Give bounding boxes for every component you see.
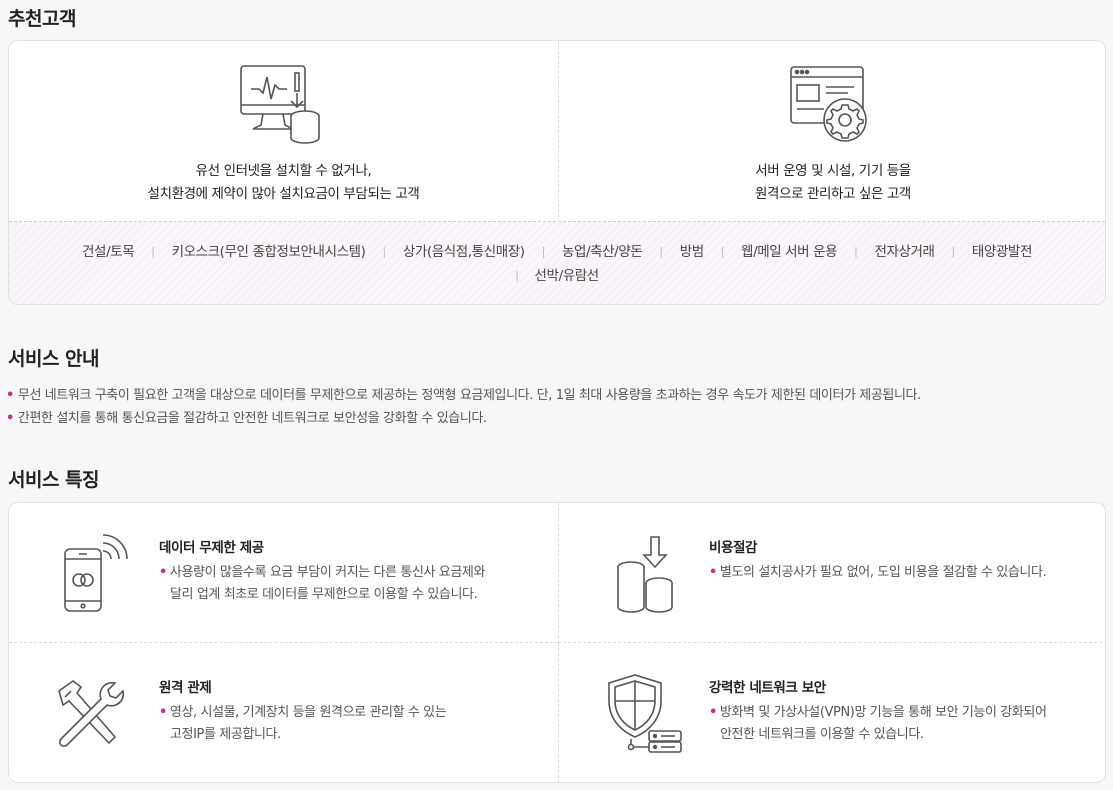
recommend-target-left: 유선 인터넷을 설치할 수 없거나, 설치환경에 제약이 많아 설치요금이 부담… bbox=[9, 41, 558, 222]
industry-tag: 웹/메일 서버 운용 bbox=[741, 244, 838, 260]
service-guide-bullet: • 간편한 설치를 통해 통신요금을 절감하고 안전한 네트워크로 보안성을 강화… bbox=[6, 411, 487, 426]
industry-tag: 전자상거래 bbox=[874, 244, 935, 260]
feature-title: 데이터 무제한 제공 bbox=[159, 540, 264, 556]
feature-desc: • 영상, 시설물, 기계장치 등을 원격으로 관리할 수 있는 고정IP를 제공… bbox=[159, 705, 447, 742]
feature-title: 비용절감 bbox=[709, 540, 758, 556]
mobile-signal-icon bbox=[45, 529, 135, 619]
browser-gear-icon bbox=[788, 63, 878, 149]
monitor-database-icon bbox=[239, 63, 329, 149]
industry-tags: 건설/토목 | 키오스크(무인 종합정보안내시스템) | 상가(음식점,통신매장) | 농업… bbox=[9, 222, 1105, 304]
service-guide-bullet: • 무선 네트워크 구축이 필요한 고객을 대상으로 데이터를 무제한으로 제공하… bbox=[6, 388, 921, 403]
shield-server-icon bbox=[603, 669, 693, 759]
industry-tag: 선박/유람선 bbox=[534, 268, 600, 284]
recommend-right-line1: 서버 운영 및 시설, 기기 등을 bbox=[755, 163, 911, 179]
features-card: 데이터 무제한 제공 • 사용량이 많을수록 요금 부담이 커지는 다른 통신사 … bbox=[8, 502, 1106, 783]
recommend-title: 추천고객 bbox=[8, 8, 76, 30]
industry-tag: 농업/축산/양돈 bbox=[561, 244, 643, 260]
coins-download-icon bbox=[603, 529, 693, 619]
industry-tag: 건설/토목 bbox=[82, 244, 135, 260]
recommend-right-line2: 원격으로 관리하고 싶은 고객 bbox=[755, 186, 911, 202]
feature-title: 원격 관제 bbox=[159, 680, 212, 696]
tools-icon bbox=[45, 669, 135, 759]
industry-tag: 키오스크(무인 종합정보안내시스템) bbox=[171, 244, 366, 260]
features-title: 서비스 특징 bbox=[8, 469, 100, 491]
industry-tag: 방범 bbox=[679, 244, 704, 260]
recommend-left-line1: 유선 인터넷을 설치할 수 없거나, bbox=[195, 163, 372, 179]
recommend-card: 유선 인터넷을 설치할 수 없거나, 설치환경에 제약이 많아 설치요금이 부담… bbox=[8, 40, 1106, 305]
feature-remote-control: 원격 관제 • 영상, 시설물, 기계장치 등을 원격으로 관리할 수 있는 고정… bbox=[9, 643, 558, 782]
recommend-left-line2: 설치환경에 제약이 많아 설치요금이 부담되는 고객 bbox=[147, 186, 420, 202]
feature-unlimited-data: 데이터 무제한 제공 • 사용량이 많을수록 요금 부담이 커지는 다른 통신사 … bbox=[9, 503, 558, 643]
feature-desc: • 방화벽 및 가상사설(VPN)망 기능을 통해 보안 기능이 강화되어 안전한… bbox=[709, 705, 1047, 742]
industry-tag-row-1: 건설/토목 | 키오스크(무인 종합정보안내시스템) | 상가(음식점,통신매장) | 농업… bbox=[29, 240, 1085, 264]
feature-cost-saving: 비용절감 • 별도의 설치공사가 필요 없어, 도입 비용을 절감할 수 있습니다… bbox=[558, 503, 1105, 643]
feature-network-security: 강력한 네트워크 보안 • 방화벽 및 가상사설(VPN)망 기능을 통해 보안 … bbox=[558, 643, 1105, 782]
industry-tag-row-2: | 선박/유람선 bbox=[29, 264, 1085, 288]
industry-tag: 태양광발전 bbox=[971, 244, 1033, 260]
feature-desc: • 별도의 설치공사가 필요 없어, 도입 비용을 절감할 수 있습니다. bbox=[709, 565, 1047, 580]
service-guide-title: 서비스 안내 bbox=[8, 348, 100, 370]
recommend-targets: 유선 인터넷을 설치할 수 없거나, 설치환경에 제약이 많아 설치요금이 부담… bbox=[9, 41, 1105, 222]
feature-desc: • 사용량이 많을수록 요금 부담이 커지는 다른 통신사 요금제와 달리 업계 … bbox=[159, 565, 486, 602]
industry-tag: 상가(음식점,통신매장) bbox=[402, 244, 525, 260]
recommend-target-right: 서버 운영 및 시설, 기기 등을 원격으로 관리하고 싶은 고객 bbox=[558, 41, 1105, 222]
feature-title: 강력한 네트워크 보안 bbox=[709, 680, 826, 696]
